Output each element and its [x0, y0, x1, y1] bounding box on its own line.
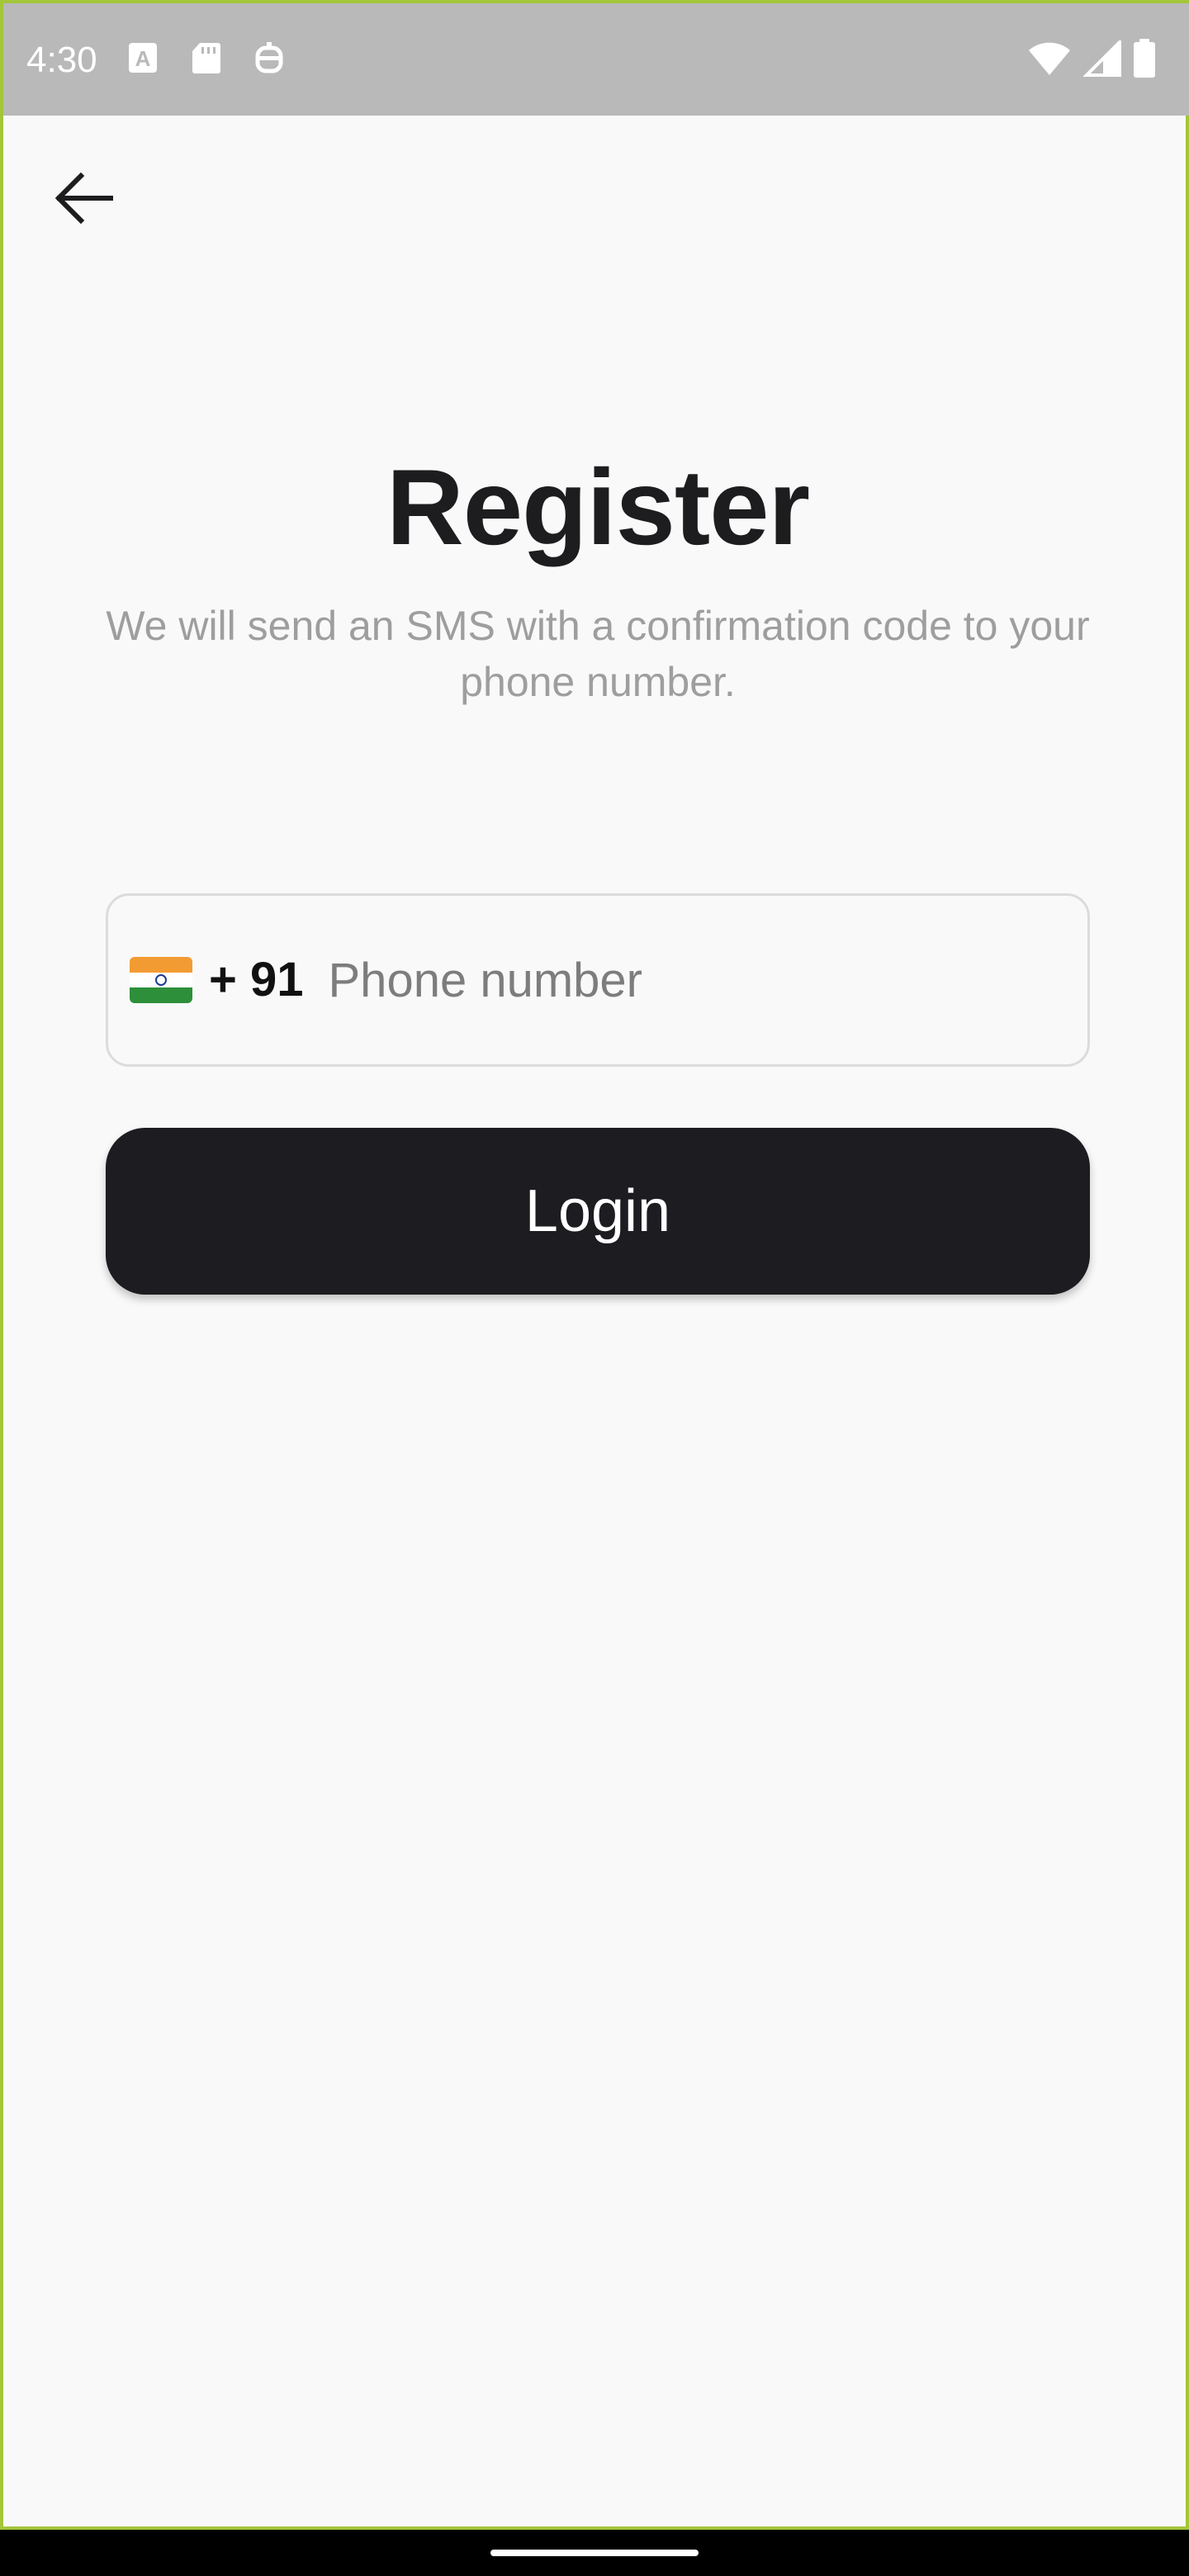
- status-right-icons: [1027, 37, 1156, 83]
- navigation-bar: [0, 2530, 1189, 2576]
- back-button[interactable]: [36, 152, 132, 248]
- home-gesture-handle[interactable]: [490, 2550, 699, 2556]
- wifi-icon: [1027, 40, 1072, 81]
- arrow-left-icon: [51, 165, 117, 235]
- phone-number-input[interactable]: [328, 930, 1087, 1030]
- svg-text:A: A: [135, 46, 151, 71]
- login-button-label: Login: [524, 1178, 671, 1244]
- cell-signal-icon: [1082, 37, 1121, 81]
- status-bar: 4:30 A: [3, 3, 1189, 116]
- app-a-icon: A: [127, 40, 163, 79]
- page-subtitle: We will send an SMS with a confirmation …: [106, 603, 1090, 705]
- phone-field[interactable]: + 91: [106, 893, 1090, 1067]
- page-title: Register: [386, 447, 810, 567]
- sd-card-icon: [190, 40, 226, 79]
- app-screen: 4:30 A Register We will send an SMS with…: [0, 0, 1189, 2530]
- login-button[interactable]: Login: [106, 1128, 1090, 1295]
- battery-icon: [1133, 38, 1156, 83]
- india-flag-icon[interactable]: [130, 957, 192, 1003]
- status-time: 4:30: [26, 40, 97, 80]
- dial-code[interactable]: + 91: [209, 951, 304, 1009]
- robot-icon: [253, 40, 289, 79]
